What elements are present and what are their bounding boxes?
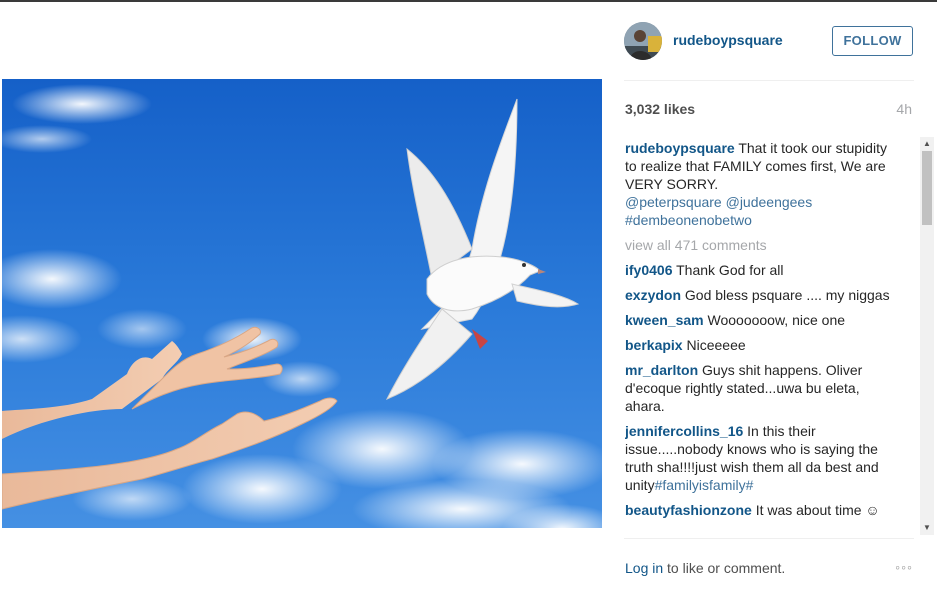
follow-button[interactable]: FOLLOW — [832, 26, 913, 56]
comment-username[interactable]: beautyfashionzone — [625, 502, 752, 518]
login-prompt-text: to like or comment. — [663, 560, 786, 576]
comment-item: beautyfashionzone It was about time ☺ — [625, 501, 901, 519]
scrollbar-thumb[interactable] — [922, 151, 932, 225]
mention-link[interactable]: @judeengees — [726, 194, 813, 210]
comment-item: jennifercollins_16 In this their issue..… — [625, 422, 901, 494]
comments-list: rudeboypsquare That it took our stupidit… — [625, 139, 901, 534]
caption: rudeboypsquare That it took our stupidit… — [625, 139, 901, 229]
hashtag-link[interactable]: # — [746, 477, 754, 493]
comment-item: kween_sam Wooooooow, nice one — [625, 311, 901, 329]
post-panel: rudeboypsquare FOLLOW 3,032 likes 4h rud… — [602, 2, 937, 598]
login-link[interactable]: Log in — [625, 560, 663, 576]
comment-item: ify0406 Thank God for all — [625, 261, 901, 279]
comment-text: God bless psquare .... my niggas — [684, 287, 890, 303]
likes-count[interactable]: 3,032 likes — [625, 101, 695, 117]
comment-username[interactable]: mr_darlton — [625, 362, 698, 378]
comment-item: mr_darlton Guys shit happens. Oliver d'e… — [625, 361, 901, 415]
hashtag-link[interactable]: #dembeonenobetwo — [625, 212, 752, 228]
avatar-image-icon — [624, 22, 662, 60]
comment-text: Niceeeee — [686, 337, 746, 353]
comment-text: Thank God for all — [676, 262, 784, 278]
mention-link[interactable]: @peterpsquare — [625, 194, 722, 210]
comment-username[interactable]: kween_sam — [625, 312, 704, 328]
scroll-up-arrow-icon[interactable]: ▲ — [920, 137, 934, 151]
comment-username[interactable]: jennifercollins_16 — [625, 423, 743, 439]
more-options-icon[interactable]: ◦◦◦ — [895, 559, 913, 575]
post-time[interactable]: 4h — [896, 101, 912, 117]
divider — [624, 538, 914, 539]
comment-text: Wooooooow, nice one — [707, 312, 846, 328]
post-header: rudeboypsquare FOLLOW — [624, 20, 914, 66]
scroll-down-arrow-icon[interactable]: ▼ — [920, 521, 934, 535]
comment-username[interactable]: ify0406 — [625, 262, 672, 278]
comment-username[interactable]: exzydon — [625, 287, 681, 303]
comment-item: berkapix Niceeeee — [625, 336, 901, 354]
avatar[interactable] — [624, 22, 662, 60]
divider — [624, 80, 914, 81]
caption-username[interactable]: rudeboypsquare — [625, 140, 735, 156]
post-image[interactable] — [2, 79, 602, 528]
comment-text: It was about time ☺ — [755, 502, 880, 518]
hashtag-link[interactable]: #familyisfamily — [655, 477, 746, 493]
comments-scrollbar[interactable]: ▲ ▼ — [920, 137, 934, 535]
login-prompt: Log in to like or comment. — [625, 560, 785, 576]
comment-username[interactable]: berkapix — [625, 337, 683, 353]
post-username[interactable]: rudeboypsquare — [673, 32, 783, 48]
view-all-comments-link[interactable]: view all 471 comments — [625, 236, 901, 254]
comment-item: exzydon God bless psquare .... my niggas — [625, 286, 901, 304]
